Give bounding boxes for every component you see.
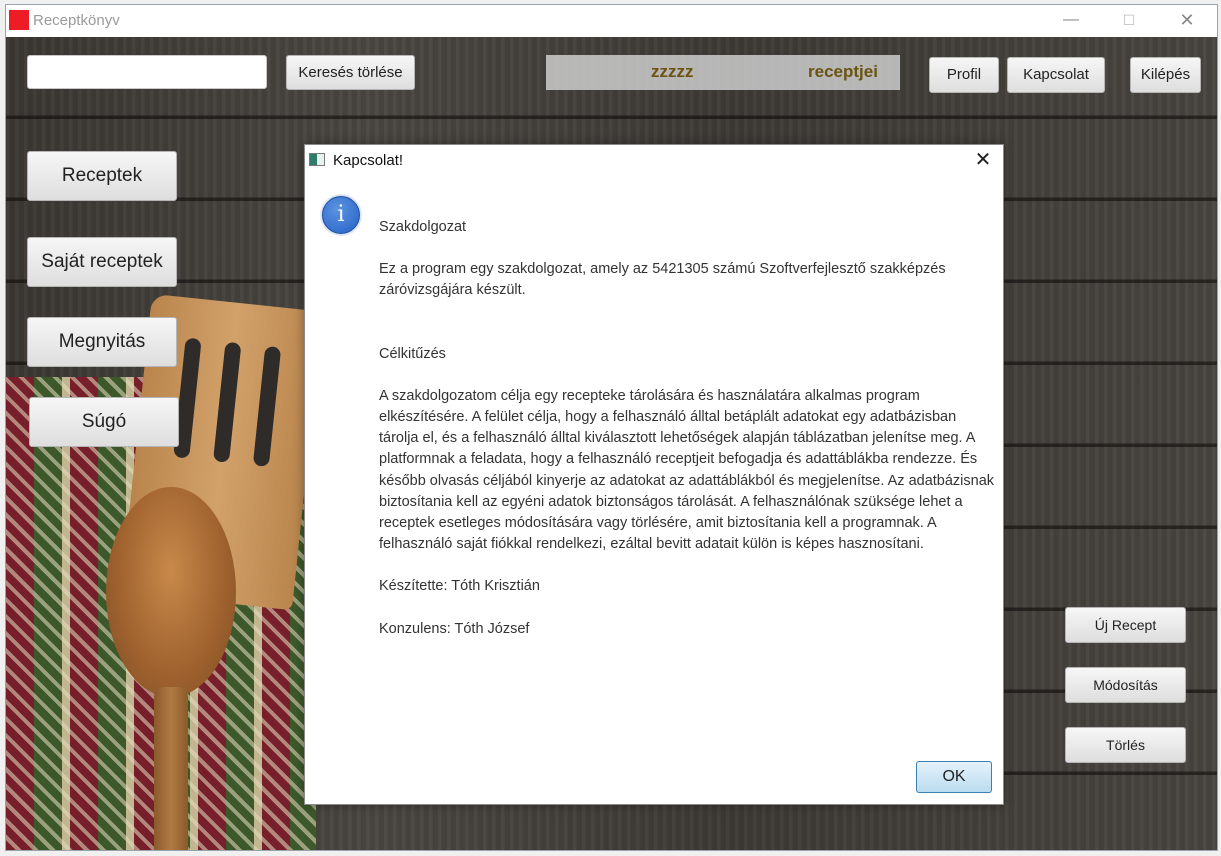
close-icon[interactable]: ✕	[1158, 5, 1216, 37]
dialog-consultant: Konzulens: Tóth József	[379, 620, 530, 637]
maximize-icon[interactable]: ☐	[1100, 5, 1158, 37]
title-bar: Receptkönyv — ☐ ✕	[6, 5, 1217, 37]
dialog-paragraph: Ez a program egy szakdolgozat, amely az …	[379, 261, 946, 299]
dialog-heading: Célkitűzés	[379, 345, 446, 362]
sidebar-recipes-button[interactable]: Receptek	[27, 151, 177, 201]
spatula-slot	[252, 345, 282, 467]
modify-button[interactable]: Módosítás	[1065, 667, 1186, 703]
ok-button[interactable]: OK	[916, 761, 992, 793]
delete-button[interactable]: Törlés	[1065, 727, 1186, 763]
info-icon: i	[322, 196, 360, 234]
dialog-message: Szakdolgozat Ez a program egy szakdolgoz…	[379, 217, 999, 640]
dialog-app-icon	[309, 153, 325, 166]
dialog-author: Készítette: Tóth Krisztián	[379, 578, 540, 595]
minimize-icon[interactable]: —	[1042, 5, 1100, 37]
clear-search-button[interactable]: Keresés törlése	[286, 55, 415, 90]
sidebar-help-button[interactable]: Súgó	[29, 397, 179, 447]
app-icon	[9, 10, 29, 30]
sidebar-open-button[interactable]: Megnyitás	[27, 317, 177, 367]
close-icon[interactable]: ✕	[969, 147, 997, 173]
logout-button[interactable]: Kilépés	[1130, 57, 1201, 93]
background-spoon	[106, 487, 236, 697]
background-spoon-handle	[154, 687, 188, 850]
search-input[interactable]	[27, 55, 267, 89]
contact-dialog: Kapcsolat! ✕ i Szakdolgozat Ez a program…	[304, 144, 1004, 805]
dialog-title: Kapcsolat!	[333, 152, 404, 169]
banner-suffix: receptjei	[808, 62, 878, 81]
contact-button[interactable]: Kapcsolat	[1007, 57, 1105, 93]
new-recipe-button[interactable]: Új Recept	[1065, 607, 1186, 643]
user-banner: zzzzz receptjei	[546, 55, 900, 90]
dialog-heading: Szakdolgozat	[379, 219, 467, 235]
profile-button[interactable]: Profil	[929, 57, 999, 93]
spatula-slot	[212, 341, 242, 463]
sidebar-own-recipes-button[interactable]: Saját receptek	[27, 237, 177, 287]
dialog-paragraph: A szakdolgozatom célja egy recepteke tár…	[379, 387, 995, 553]
banner-username: zzzzz	[651, 62, 694, 81]
window-title: Receptkönyv	[33, 12, 120, 29]
